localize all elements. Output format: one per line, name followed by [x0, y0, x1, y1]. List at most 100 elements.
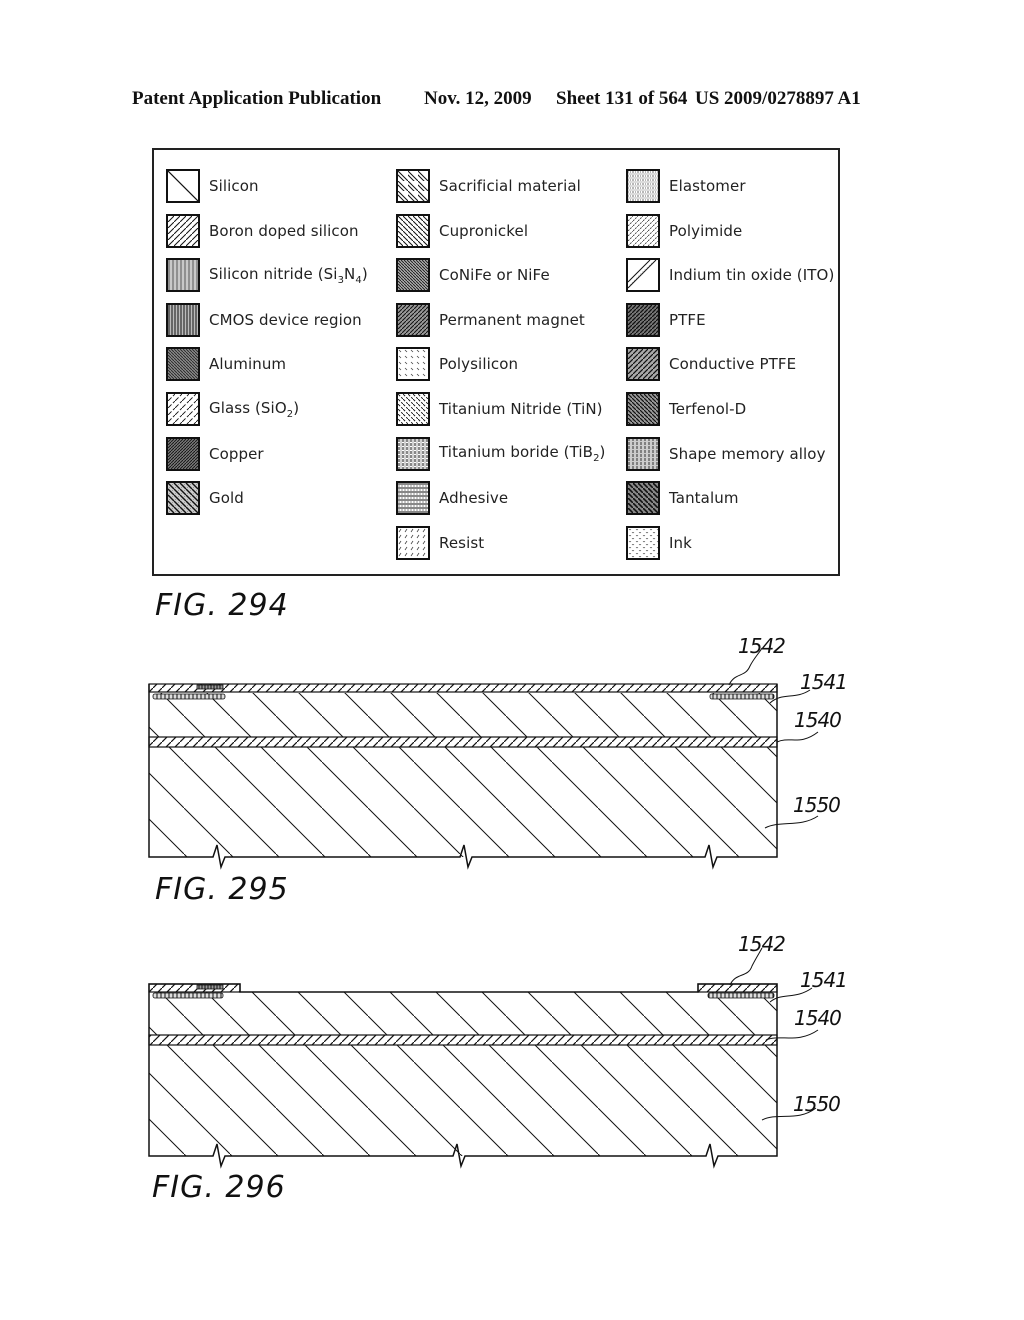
- cupronickel-swatch-icon: [396, 213, 430, 248]
- legend-label: Titanium boride (TiB2): [439, 443, 606, 464]
- legend-label-part: Terfenol-D: [669, 400, 747, 418]
- gold-swatch-icon: [166, 481, 200, 516]
- polysilicon-swatch-icon: [396, 347, 430, 382]
- adhesive-swatch-icon: [396, 481, 430, 516]
- legend-label-part: Adhesive: [439, 489, 509, 508]
- legend-item-magnet: Permanent magnet: [396, 302, 585, 338]
- legend-label: Polyimide: [669, 222, 742, 240]
- legend-label-part: Resist: [439, 533, 485, 552]
- legend-item-polyimide: Polyimide: [626, 213, 742, 249]
- terfenol-swatch-icon: [626, 392, 660, 426]
- boron-layer-middle: [148, 736, 778, 748]
- legend-label-part: Tantalum: [669, 489, 739, 508]
- substrate-layer-1550: [149, 1045, 777, 1156]
- legend-label-part: Polyimide: [669, 221, 743, 240]
- tib-swatch-icon: [396, 436, 430, 471]
- legend-label-part: Silicon nitride (Si: [209, 264, 338, 283]
- ref-1550: 1550: [793, 793, 841, 817]
- cmos-swatch-icon: [166, 302, 200, 337]
- legend-label-part: Titanium Nitride (TiN): [439, 400, 603, 418]
- cptfe-swatch-icon: [626, 347, 660, 382]
- legend-item-conife: CoNiFe or NiFe: [396, 257, 550, 293]
- legend-label-part: Elastomer: [669, 177, 746, 195]
- legend-item-ito: Indium tin oxide (ITO): [626, 257, 834, 293]
- nitride-region-1541: [709, 693, 775, 700]
- ito-swatch-icon: [626, 258, 660, 293]
- silicon-layer-1540: [149, 693, 777, 737]
- publication-date: Nov. 12, 2009: [424, 88, 532, 109]
- legend-label: CMOS device region: [209, 311, 362, 329]
- legend-label: Cupronickel: [439, 222, 528, 240]
- boron-swatch-icon: [166, 213, 200, 248]
- cmos-contact-left: [196, 684, 224, 690]
- legend-item-sacrificial: Sacrificial material: [396, 168, 581, 204]
- legend-label: Conductive PTFE: [669, 355, 796, 373]
- ref-1542: 1542: [738, 932, 786, 956]
- legend-label-part: Silicon: [209, 177, 259, 195]
- legend-item-silicon: Silicon: [166, 168, 259, 204]
- legend-item-resist: Resist: [396, 525, 484, 561]
- legend-label-part: CoNiFe or NiFe: [439, 266, 550, 285]
- silicon-swatch-icon: [166, 169, 200, 203]
- sheet-number: Sheet 131 of 564: [556, 88, 688, 109]
- boron-pad-1542: [697, 983, 778, 993]
- legend-label-part: Conductive PTFE: [669, 355, 797, 374]
- legend-label: Polysilicon: [439, 355, 518, 373]
- legend-label: Titanium Nitride (TiN): [439, 400, 603, 418]
- legend-label: Permanent magnet: [439, 311, 585, 329]
- legend-item-gold: Gold: [166, 480, 244, 516]
- ref-1541: 1541: [800, 670, 848, 694]
- legend-label: Gold: [209, 489, 244, 507]
- legend-label: Silicon: [209, 177, 259, 195]
- legend-label-part: Sacrificial material: [439, 177, 581, 195]
- legend-item-aluminum: Aluminum: [166, 346, 286, 382]
- legend-label-part: N: [344, 264, 356, 283]
- aluminum-swatch-icon: [166, 347, 200, 382]
- nitride-region-1541: [707, 992, 775, 999]
- legend-item-polysilicon: Polysilicon: [396, 346, 518, 382]
- legend-item-cupronickel: Cupronickel: [396, 213, 528, 249]
- legend-label-part: Shape memory alloy: [669, 444, 826, 463]
- legend-label: Elastomer: [669, 177, 746, 195]
- boron-pad-left: [148, 983, 241, 993]
- legend-label-part: ): [293, 398, 300, 417]
- substrate-layer-1550: [149, 747, 777, 857]
- cmos-contact-left: [196, 984, 224, 990]
- ref-1542: 1542: [738, 634, 786, 658]
- legend-label-part: Boron doped silicon: [209, 221, 359, 240]
- legend-label: Sacrificial material: [439, 177, 581, 195]
- leader-1540: [776, 731, 819, 743]
- legend-label: Boron doped silicon: [209, 222, 359, 240]
- legend-label-part: Aluminum: [209, 355, 287, 374]
- ref-1540: 1540: [794, 708, 842, 732]
- legend-label: Resist: [439, 534, 484, 552]
- legend-label: Indium tin oxide (ITO): [669, 266, 834, 284]
- elastomer-swatch-icon: [626, 169, 660, 203]
- legend-label-part: ): [361, 264, 368, 283]
- legend-item-sma: Shape memory alloy: [626, 436, 826, 472]
- legend-item-boron: Boron doped silicon: [166, 213, 359, 249]
- page-header: Patent Application Publication Nov. 12, …: [132, 88, 892, 116]
- legend-label: Adhesive: [439, 489, 508, 507]
- ref-1540: 1540: [794, 1006, 842, 1030]
- legend-label-part: Titanium boride (TiB: [439, 443, 594, 462]
- legend-label-part: Cupronickel: [439, 221, 529, 240]
- legend-item-tantalum: Tantalum: [626, 480, 739, 516]
- legend-label-part: Gold: [209, 489, 244, 508]
- cross-section-fig295: [148, 647, 819, 870]
- boron-layer-1542: [148, 683, 778, 693]
- legend-label-part: Glass (SiO: [209, 398, 287, 417]
- legend-label-part: Ink: [669, 533, 692, 552]
- sacrificial-swatch-icon: [396, 169, 430, 203]
- figure-label-294: FIG. 294: [155, 588, 289, 623]
- nitride-region-left: [152, 693, 226, 700]
- legend-label: Copper: [209, 445, 264, 463]
- legend-item-elastomer: Elastomer: [626, 168, 746, 204]
- conife-swatch-icon: [396, 258, 430, 293]
- legend-item-adhesive: Adhesive: [396, 480, 508, 516]
- legend-label-part: Permanent magnet: [439, 310, 585, 329]
- legend-label: CoNiFe or NiFe: [439, 266, 550, 284]
- legend-label: PTFE: [669, 311, 706, 329]
- legend-label: Shape memory alloy: [669, 445, 826, 463]
- legend-label-part: Copper: [209, 444, 264, 463]
